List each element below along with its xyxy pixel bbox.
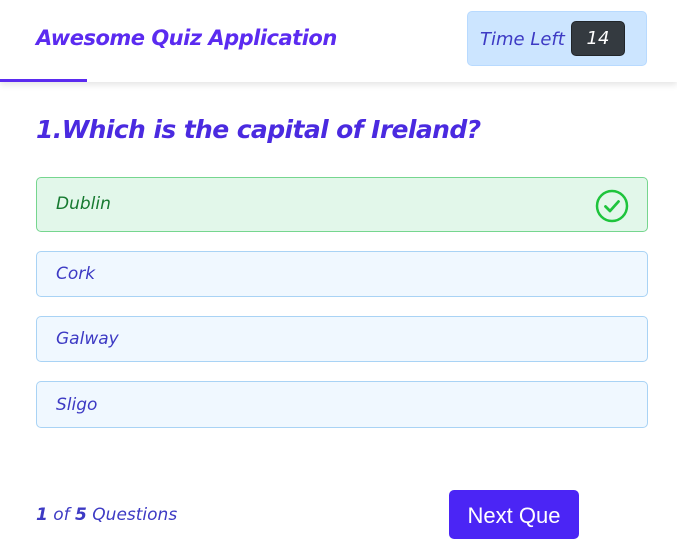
time-progress-line bbox=[0, 79, 87, 82]
option-label: Galway bbox=[56, 329, 119, 349]
timer-label: Time Left bbox=[480, 29, 565, 50]
counter-questions-text: Questions bbox=[92, 505, 178, 525]
option-label: Sligo bbox=[56, 395, 98, 415]
quiz-header: Awesome Quiz Application Time Left 14 bbox=[0, 0, 677, 82]
app-title: Awesome Quiz Application bbox=[36, 26, 337, 50]
option-label: Cork bbox=[56, 264, 96, 284]
question-counter: 1 of 5 Questions bbox=[36, 505, 177, 525]
option-galway[interactable]: Galway bbox=[36, 316, 648, 362]
option-label: Dublin bbox=[56, 194, 111, 214]
next-question-button[interactable]: Next Que bbox=[449, 490, 579, 539]
option-cork[interactable]: Cork bbox=[36, 251, 648, 297]
check-circle-icon bbox=[595, 189, 629, 223]
option-dublin[interactable]: Dublin bbox=[36, 177, 648, 232]
question-text: 1.Which is the capital of Ireland? bbox=[36, 115, 481, 144]
total-questions-number: 5 bbox=[75, 505, 87, 525]
option-sligo[interactable]: Sligo bbox=[36, 381, 648, 428]
current-question-number: 1 bbox=[36, 505, 48, 525]
counter-of-text: of bbox=[53, 505, 70, 525]
timer-value: 14 bbox=[571, 21, 625, 56]
timer-box: Time Left 14 bbox=[467, 11, 647, 66]
